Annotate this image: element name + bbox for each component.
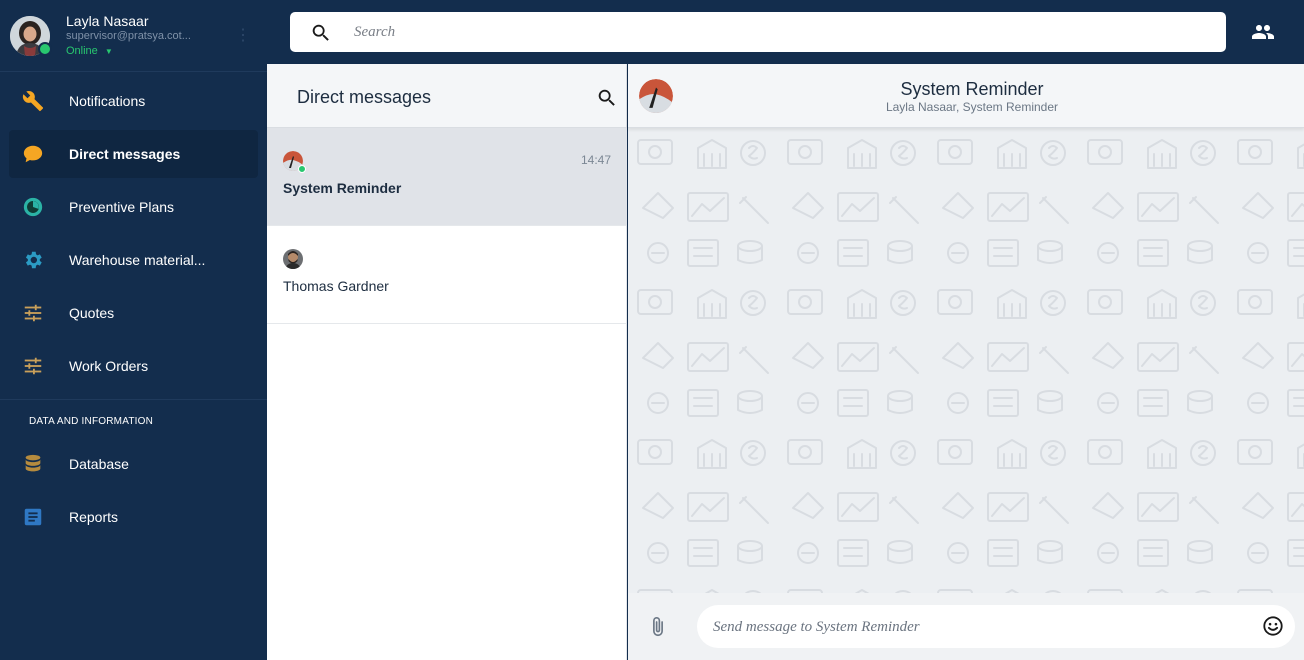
nav-label: Preventive Plans — [69, 199, 175, 215]
nav-item-preventive-plans[interactable]: Preventive Plans — [9, 183, 258, 231]
avatar — [283, 249, 303, 269]
gear-icon — [21, 248, 45, 272]
sliders-icon — [21, 354, 45, 378]
chat-header: System Reminder Layla Nasaar, System Rem… — [628, 64, 1304, 128]
nav-label: Reports — [69, 509, 119, 525]
nav-item-work-orders[interactable]: Work Orders — [9, 342, 258, 390]
nav-item-quotes[interactable]: Quotes — [9, 289, 258, 337]
nav-item-warehouse-materials[interactable]: Warehouse material... — [9, 236, 258, 284]
message-input-wrapper[interactable] — [697, 605, 1295, 648]
caret-down-icon: ▼ — [104, 46, 113, 56]
chat-bubble-icon — [21, 142, 45, 166]
nav-item-direct-messages[interactable]: Direct messages — [9, 130, 258, 178]
user-profile[interactable]: Layla Nasaar supervisor@pratsya.cot... O… — [0, 0, 267, 72]
paperclip-icon[interactable] — [647, 615, 669, 644]
people-icon[interactable] — [1251, 20, 1275, 49]
top-bar — [267, 0, 1304, 64]
nav-label: Direct messages — [69, 146, 181, 162]
chat-panel: System Reminder Layla Nasaar, System Rem… — [628, 64, 1304, 660]
conversation-item[interactable]: 14:47 System Reminder — [267, 128, 627, 226]
search-icon — [310, 22, 332, 49]
chat-title: System Reminder — [900, 79, 1044, 99]
message-composer — [628, 593, 1304, 660]
online-status-dot — [38, 42, 52, 56]
nav-item-reports[interactable]: Reports — [9, 493, 258, 541]
direct-messages-panel: Direct messages 14:47 System Reminder Th… — [267, 64, 627, 660]
more-options-icon[interactable]: ⋮ — [235, 28, 251, 44]
conversation-item[interactable]: Thomas Gardner — [267, 226, 627, 324]
dm-panel-title: Direct messages — [297, 87, 432, 107]
database-icon — [21, 452, 45, 476]
section-title: DATA AND INFORMATION — [29, 416, 154, 427]
message-time: 14:47 — [580, 153, 611, 167]
nav-label: Warehouse material... — [69, 252, 206, 268]
search-input[interactable] — [354, 22, 1204, 42]
global-search[interactable] — [290, 12, 1226, 52]
document-icon — [21, 505, 45, 529]
message-input[interactable] — [713, 617, 1253, 637]
sidebar-divider — [0, 399, 267, 400]
user-name: Layla Nasaar — [66, 12, 149, 29]
message-area[interactable] — [628, 128, 1304, 593]
status-dropdown[interactable]: Online ▼ — [66, 44, 206, 59]
chat-participants: Layla Nasaar, System Reminder — [885, 100, 1059, 114]
nav-label: Quotes — [69, 305, 115, 321]
wrench-icon — [21, 89, 45, 113]
dm-header: Direct messages — [267, 64, 626, 128]
sidebar: Layla Nasaar supervisor@pratsya.cot... O… — [0, 0, 267, 660]
nav-item-notifications[interactable]: Notifications — [9, 77, 258, 125]
sliders-icon — [21, 301, 45, 325]
nav-label: Notifications — [69, 93, 146, 109]
chat-background-pattern — [628, 128, 1304, 593]
nav-label: Work Orders — [69, 358, 149, 374]
search-icon[interactable] — [596, 87, 618, 114]
emoji-icon[interactable] — [1262, 615, 1284, 642]
gauge-icon — [21, 195, 45, 219]
conversation-name: Thomas Gardner — [283, 278, 389, 294]
online-status-dot — [298, 165, 306, 173]
status-label: Online — [66, 44, 98, 57]
nav-item-database[interactable]: Database — [9, 440, 258, 488]
conversation-name: System Reminder — [283, 180, 402, 196]
nav-label: Database — [69, 456, 129, 472]
user-email: supervisor@pratsya.cot... — [66, 29, 191, 42]
